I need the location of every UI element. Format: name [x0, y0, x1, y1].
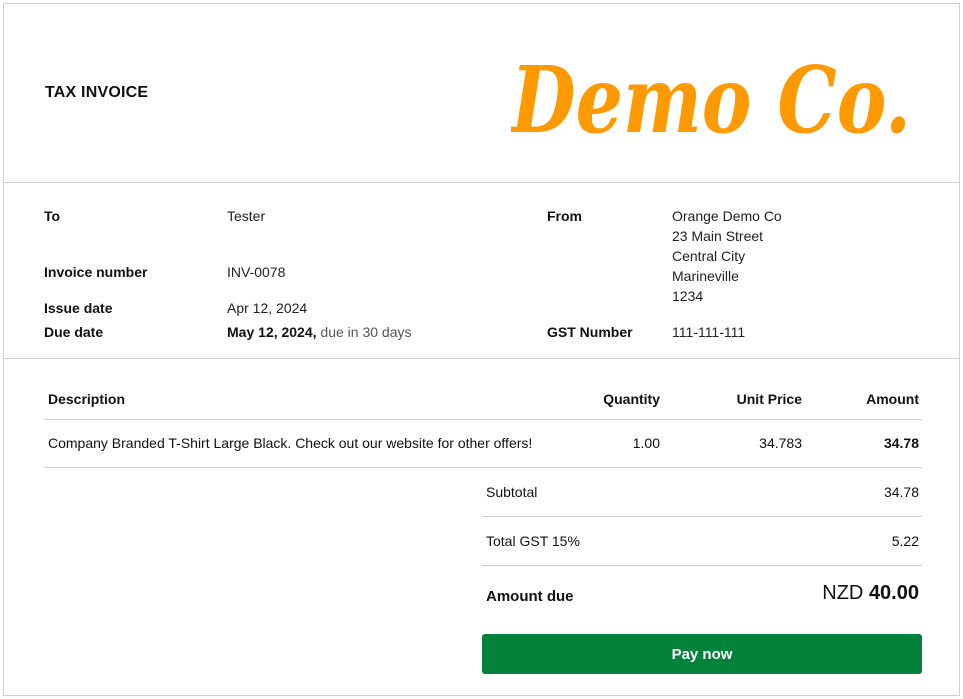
from-line: Central City — [672, 248, 746, 264]
item-quantity: 1.00 — [632, 435, 660, 451]
col-amount: Amount — [866, 391, 919, 407]
invoice-title: TAX INVOICE — [45, 84, 149, 101]
subtotal-value: 34.78 — [883, 484, 919, 500]
from-address: Orange Demo Co 23 Main Street Central Ci… — [672, 206, 782, 306]
subtotal-divider — [482, 516, 922, 517]
from-line: Orange Demo Co — [672, 208, 782, 224]
invoice-details: To Tester Invoice number INV-0078 Issue … — [4, 182, 959, 359]
gst-number-value: 111-111-111 — [672, 324, 746, 340]
from-label: From — [547, 208, 582, 224]
gst-total-value: 5.22 — [891, 533, 919, 549]
gst-row: Total GST 15% 5.22 — [44, 533, 922, 553]
table-header-row: Description Quantity Unit Price Amount — [44, 391, 922, 411]
pay-now-button[interactable]: Pay now — [482, 634, 922, 674]
to-label: To — [44, 208, 61, 224]
item-description: Company Branded T-Shirt Large Black. Che… — [48, 435, 533, 451]
col-description: Description — [48, 391, 126, 407]
gst-total-label: Total GST 15% — [486, 533, 580, 549]
table-row: Company Branded T-Shirt Large Black. Che… — [44, 435, 922, 455]
item-unit-price: 34.783 — [759, 435, 802, 451]
issue-date-value: Apr 12, 2024 — [227, 300, 308, 316]
subtotal-label: Subtotal — [486, 484, 538, 500]
due-in-text: due in 30 days — [320, 324, 412, 340]
header-divider — [44, 419, 922, 420]
invoice-number-value: INV-0078 — [227, 264, 286, 280]
invoice-card: TAX INVOICE Demo Co. To Tester Invoice n… — [3, 3, 960, 696]
invoice-number-label: Invoice number — [44, 264, 148, 280]
col-quantity: Quantity — [603, 391, 660, 407]
col-unit-price: Unit Price — [736, 391, 802, 407]
gst-number-label: GST Number — [547, 324, 633, 340]
due-date-value: May 12, 2024, — [227, 324, 317, 340]
company-logo: Demo Co. — [509, 34, 931, 154]
from-line: 1234 — [672, 288, 704, 304]
item-amount: 34.78 — [883, 435, 919, 451]
subtotal-row: Subtotal 34.78 — [44, 484, 922, 504]
gst-divider — [482, 565, 922, 566]
due-date-label: Due date — [44, 324, 104, 340]
amount-due-label: Amount due — [486, 588, 574, 605]
due-date: May 12, 2024, due in 30 days — [227, 324, 411, 340]
invoice-header: TAX INVOICE Demo Co. — [4, 4, 959, 183]
logo-text: Demo Co. — [511, 46, 911, 154]
currency-code: NZD — [822, 582, 864, 604]
amount-due-row: Amount due NZD 40.00 — [44, 582, 922, 612]
from-line: 23 Main Street — [672, 228, 764, 244]
from-line: Marineville — [672, 268, 739, 284]
amount-due-value: 40.00 — [868, 582, 919, 604]
amount-due: NZD 40.00 — [822, 582, 919, 605]
issue-date-label: Issue date — [44, 300, 113, 316]
row-divider — [44, 467, 922, 468]
to-value: Tester — [227, 208, 266, 224]
